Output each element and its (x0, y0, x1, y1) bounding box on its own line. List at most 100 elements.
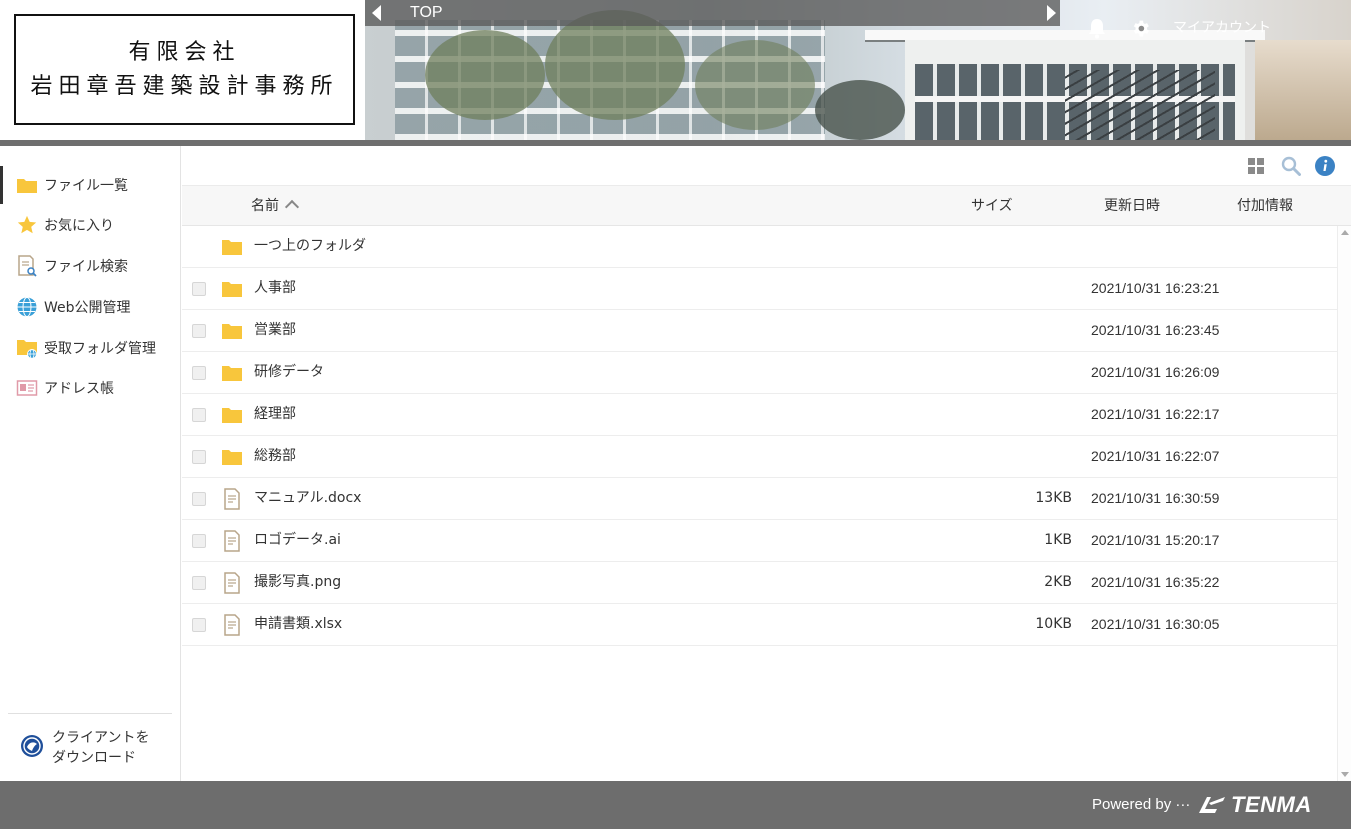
parent-folder-row[interactable]: 一つ上のフォルダ (182, 226, 1337, 268)
table-row[interactable]: 研修データ 2021/10/31 16:26:09 (182, 352, 1337, 394)
column-extra-header[interactable]: 付加情報 (1237, 186, 1293, 226)
row-checkbox[interactable] (192, 534, 206, 548)
file-name: 経理部 (254, 406, 296, 422)
company-logo-frame: 有限会社 岩田章吾建築設計事務所 (14, 14, 355, 125)
table-row[interactable]: 営業部 2021/10/31 16:23:45 (182, 310, 1337, 352)
header: 有限会社 岩田章吾建築設計事務所 TOP マイアカウント (0, 0, 1351, 146)
row-checkbox[interactable] (192, 324, 206, 338)
sidebar: ファイル一覧 お気に入り ファイル検索 Web公開管理 受取フォルダ管理 アドレ… (0, 146, 181, 781)
row-checkbox[interactable] (192, 618, 206, 632)
table-row[interactable]: 人事部 2021/10/31 16:23:21 (182, 268, 1337, 310)
sidebar-item-label: ファイル検索 (44, 259, 128, 275)
table-row[interactable]: 撮影写真.png 2KB 2021/10/31 16:35:22 (182, 562, 1337, 604)
folder-icon (222, 324, 242, 339)
breadcrumb-bar (365, 0, 1060, 26)
file-date: 2021/10/31 16:23:21 (1091, 280, 1220, 296)
footer: Powered by ··· TENMA (0, 781, 1351, 829)
file-name: 人事部 (254, 280, 296, 296)
client-download-icon (20, 734, 44, 762)
sidebar-divider (8, 713, 172, 714)
row-checkbox[interactable] (192, 492, 206, 506)
scroll-down-icon[interactable] (1341, 772, 1349, 777)
view-toolbar (182, 146, 1351, 186)
file-date: 2021/10/31 16:35:22 (1091, 574, 1220, 590)
sidebar-item-label: 受取フォルダ管理 (44, 341, 156, 357)
table-row[interactable]: 経理部 2021/10/31 16:22:17 (182, 394, 1337, 436)
folder-icon (222, 408, 242, 423)
sort-ascending-icon (284, 199, 300, 215)
file-table-body: 一つ上のフォルダ 人事部 2021/10/31 16:23:21 営業部 202… (182, 226, 1337, 681)
sidebar-item-label: ファイル一覧 (44, 178, 128, 194)
file-search-icon (16, 255, 38, 277)
file-date: 2021/10/31 16:30:05 (1091, 616, 1220, 632)
breadcrumb-current[interactable]: TOP (410, 2, 443, 24)
folder-icon (222, 282, 242, 297)
info-icon[interactable] (1315, 156, 1335, 176)
gear-icon[interactable] (1130, 18, 1151, 39)
column-name-header[interactable]: 名前 (251, 186, 300, 226)
table-row[interactable]: マニュアル.docx 13KB 2021/10/31 16:30:59 (182, 478, 1337, 520)
column-size-header[interactable]: サイズ (971, 186, 1013, 226)
row-checkbox[interactable] (192, 282, 206, 296)
file-size: 1KB (1044, 532, 1072, 548)
row-checkbox[interactable] (192, 366, 206, 380)
document-icon (224, 488, 240, 510)
file-name: 申請書類.xlsx (254, 616, 343, 632)
file-size: 2KB (1044, 574, 1072, 590)
folder-icon (16, 174, 38, 196)
table-header: 名前 サイズ 更新日時 付加情報 (182, 186, 1351, 226)
parent-folder-label: 一つ上のフォルダ (254, 238, 366, 254)
file-date: 2021/10/31 16:26:09 (1091, 364, 1220, 380)
table-row[interactable]: 申請書類.xlsx 10KB 2021/10/31 16:30:05 (182, 604, 1337, 646)
sidebar-item-inbox-folder[interactable]: 受取フォルダ管理 (0, 329, 180, 367)
sidebar-item-file-search[interactable]: ファイル検索 (0, 247, 180, 285)
folder-icon (222, 450, 242, 465)
row-checkbox[interactable] (192, 576, 206, 590)
document-icon (224, 530, 240, 552)
tenma-mark-icon (1199, 797, 1225, 813)
file-name: 総務部 (254, 448, 296, 464)
file-date: 2021/10/31 16:23:45 (1091, 322, 1220, 338)
column-name-label: 名前 (251, 198, 279, 214)
file-name: 撮影写真.png (254, 574, 342, 590)
sidebar-item-web-publish[interactable]: Web公開管理 (0, 288, 180, 326)
company-type: 有限会社 (128, 39, 241, 65)
scroll-up-icon[interactable] (1341, 230, 1349, 235)
grid-view-icon[interactable] (1248, 158, 1264, 174)
download-line1: クライアントを (52, 730, 150, 746)
sidebar-item-favorites[interactable]: お気に入り (0, 206, 180, 244)
download-line2: ダウンロード (52, 750, 136, 766)
globe-icon (16, 296, 38, 318)
inbox-folder-icon (16, 337, 38, 359)
vertical-scrollbar[interactable] (1337, 226, 1351, 781)
nav-back-icon[interactable] (372, 5, 381, 21)
bell-icon[interactable] (1087, 17, 1107, 39)
download-client-label: クライアントを ダウンロード (52, 728, 149, 768)
tenma-logo: TENMA (1197, 791, 1312, 819)
sidebar-item-address-book[interactable]: アドレス帳 (0, 369, 180, 407)
sidebar-item-label: アドレス帳 (44, 381, 114, 397)
folder-icon (222, 240, 242, 255)
table-row[interactable]: 総務部 2021/10/31 16:22:07 (182, 436, 1337, 478)
file-size: 10KB (1035, 616, 1072, 632)
file-name: 営業部 (254, 322, 296, 338)
search-icon[interactable] (1281, 156, 1301, 176)
row-checkbox[interactable] (192, 450, 206, 464)
my-account-link[interactable]: マイアカウント (1173, 18, 1271, 38)
file-name: 研修データ (254, 364, 324, 380)
file-date: 2021/10/31 16:22:17 (1091, 406, 1220, 422)
nav-forward-icon[interactable] (1047, 5, 1056, 21)
document-icon (224, 572, 240, 594)
file-name: マニュアル.docx (254, 490, 362, 506)
file-list-empty-space (182, 681, 1337, 781)
column-date-header[interactable]: 更新日時 (1104, 186, 1160, 226)
file-name: ロゴデータ.ai (254, 532, 341, 548)
company-logo: 有限会社 岩田章吾建築設計事務所 (0, 0, 365, 140)
row-checkbox[interactable] (192, 408, 206, 422)
download-client-button[interactable]: クライアントを ダウンロード (20, 726, 180, 770)
table-row[interactable]: ロゴデータ.ai 1KB 2021/10/31 15:20:17 (182, 520, 1337, 562)
sidebar-item-file-list[interactable]: ファイル一覧 (0, 166, 180, 204)
file-list-panel: 名前 サイズ 更新日時 付加情報 一つ上のフォルダ 人事部 2021/10/31… (182, 146, 1351, 781)
sidebar-item-label: Web公開管理 (44, 300, 131, 316)
sidebar-item-label: お気に入り (44, 218, 114, 234)
